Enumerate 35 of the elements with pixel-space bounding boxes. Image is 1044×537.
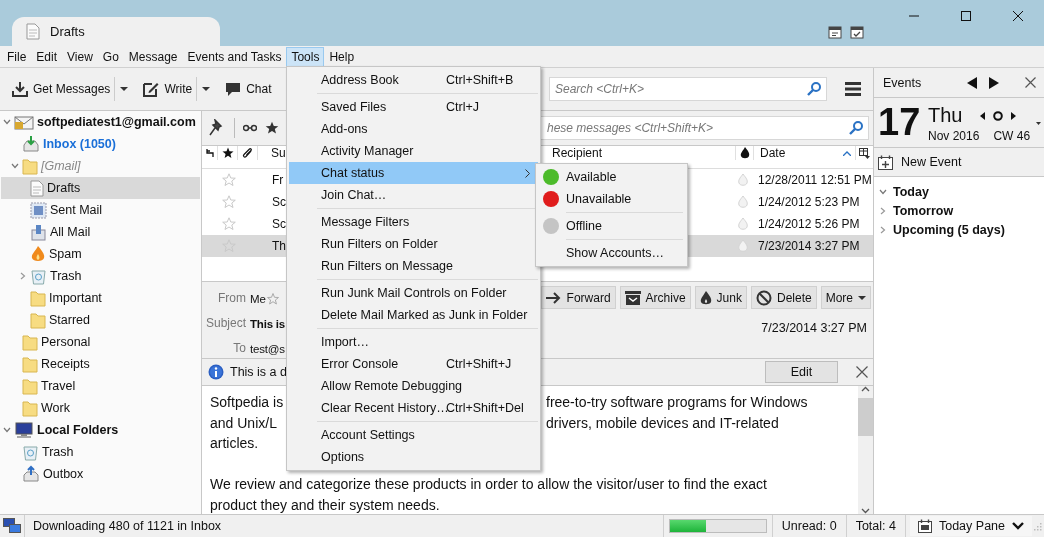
body-text: free-to-try software programs for Windows <box>546 393 808 412</box>
field-label: To <box>233 340 246 357</box>
subject-text: This is <box>250 316 286 332</box>
body-text: drivers, mobile devices and IT-related <box>546 413 779 433</box>
field-label: From <box>218 290 246 307</box>
notification-text: This is a d <box>230 365 287 379</box>
pane-title: Events <box>883 75 922 90</box>
day-number: 17 <box>878 101 922 144</box>
total-count: Total: 4 <box>854 519 897 533</box>
status-message: Downloading 480 of 1121 in Inbox <box>32 519 223 533</box>
shortcut-label: Ctrl+Shift+B <box>446 73 514 87</box>
month-year: Nov 2016 <box>928 128 980 143</box>
recipient-text: test@s <box>250 341 285 357</box>
field-label: Subject <box>205 315 246 332</box>
body-text: We review and categorize these products in order to allow the visitor/user to find the exact <box>210 475 767 494</box>
date-cell-text: 7/23/2014 3:27 PM <box>757 239 860 253</box>
shortcut-label: Ctrl+Shift+Del <box>446 401 524 415</box>
subject-cell: Sc <box>272 217 286 231</box>
subject-cell: Th <box>272 239 286 253</box>
date-cell-text: 12/28/2011 12:51 PM <box>757 173 872 187</box>
body-text: Softpedia is <box>210 393 284 412</box>
message-date: 7/23/2014 3:27 PM <box>761 321 868 335</box>
calendar-week: CW 46 <box>993 128 1031 143</box>
unread-count: Unread: 0 <box>780 519 838 533</box>
shortcut-label: Ctrl+J <box>446 100 479 114</box>
sender-name: Me <box>250 292 266 305</box>
subject-cell: Sc <box>272 195 286 209</box>
body-text: and Unix/L <box>210 413 277 433</box>
body-text: articles. <box>210 434 259 453</box>
body-text: product they and their system needs. <box>210 495 440 514</box>
shortcut-label: Ctrl+Shift+J <box>446 357 512 371</box>
weekday: Thu <box>928 104 964 127</box>
date-cell-text: 1/24/2012 5:26 PM <box>757 217 860 231</box>
date-cell-text: 1/24/2012 5:23 PM <box>757 195 860 209</box>
subject-cell: Fr <box>272 173 284 187</box>
